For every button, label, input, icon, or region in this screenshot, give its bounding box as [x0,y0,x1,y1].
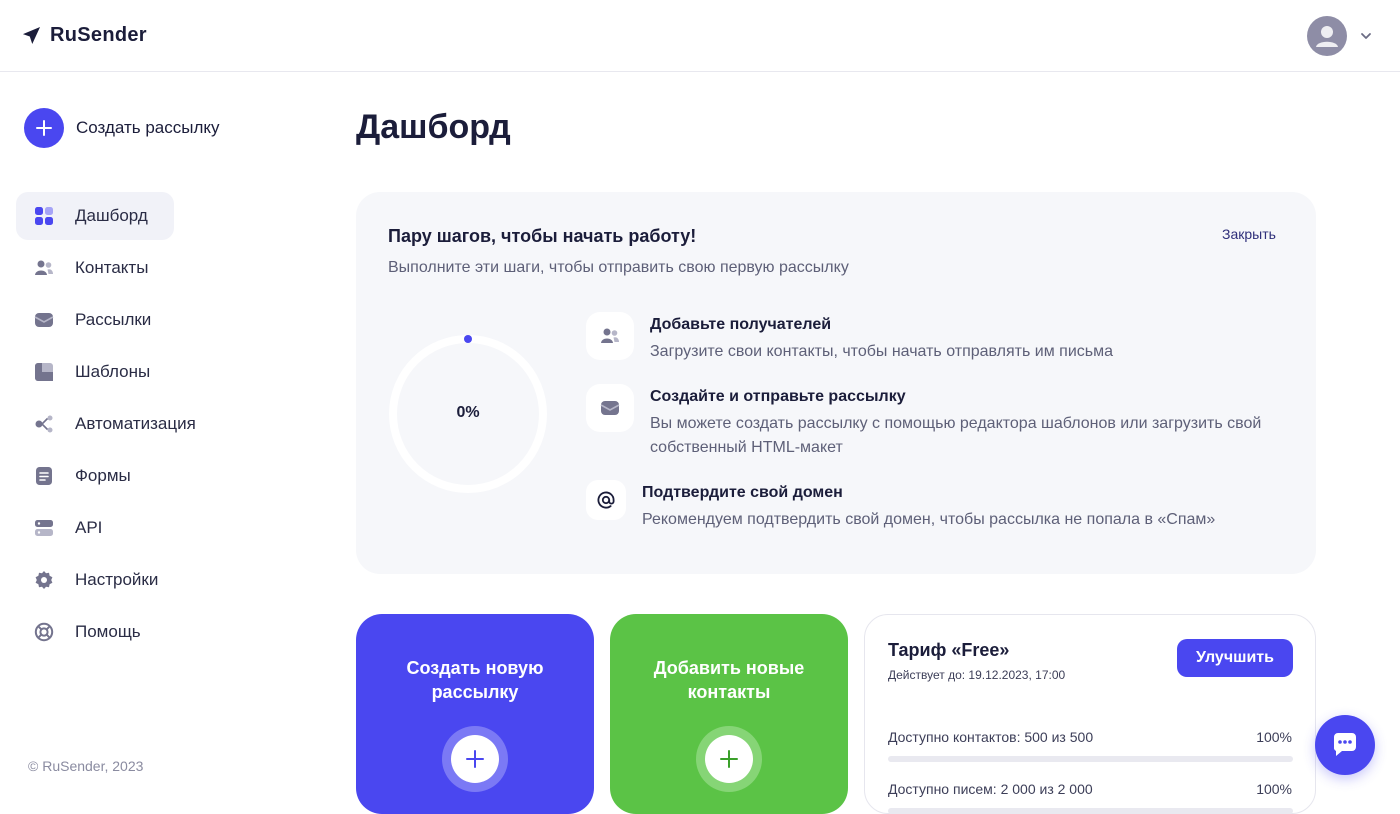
step-verify-domain[interactable]: Подтвердите свой домен Рекомендуем подтв… [586,480,1286,540]
step-description: Вы можете создать рассылку с помощью ред… [650,415,1262,456]
create-campaign-card[interactable]: Создать новую рассылку [356,614,594,814]
sidebar-item-campaigns[interactable]: Рассылки [16,296,174,344]
step-title: Создайте и отправьте рассылку [650,388,906,405]
sidebar-item-help[interactable]: Помощь [16,608,174,656]
emails-limit-fill [888,808,1293,814]
tariff-valid-until: Действует до: 19.12.2023, 17:00 [888,668,1066,682]
contacts-icon [34,258,54,278]
add-contacts-card[interactable]: Добавить новые контакты [610,614,848,814]
onboarding-subtitle: Выполните эти шаги, чтобы отправить свою… [388,259,849,276]
top-header: RuSender [0,0,1400,72]
user-avatar[interactable] [1307,16,1347,56]
automation-icon [34,414,54,434]
dashboard-icon [34,206,54,226]
step-description: Рекомендуем подтвердить свой домен, чтоб… [642,511,1216,528]
sidebar-item-api[interactable]: API [16,504,174,552]
sidebar-item-label: Дашборд [75,206,148,225]
user-icon [1316,26,1338,47]
tariff-title: Тариф «Free» [888,640,1010,660]
chat-bubble-icon [1333,733,1356,756]
upgrade-button[interactable]: Улучшить [1177,639,1293,677]
sidebar-item-label: Шаблоны [75,362,151,381]
sidebar-item-label: Контакты [75,258,149,277]
contacts-limit-fill [888,756,1293,762]
api-icon [34,518,54,538]
sidebar-item-contacts[interactable]: Контакты [16,244,174,292]
sidebar-item-label: Формы [75,466,131,485]
step-create-campaign[interactable]: Создайте и отправьте рассылку Вы можете … [586,384,1286,464]
contacts-icon [586,312,634,360]
sidebar-item-label: Настройки [75,570,159,589]
sidebar-item-label: Рассылки [75,310,152,329]
contacts-limit-label: Доступно контактов: 500 из 500 [888,729,1094,745]
templates-icon [34,362,54,382]
emails-limit-percent: 100% [1256,781,1292,797]
emails-limit-bar [888,808,1293,814]
sidebar-item-label: Помощь [75,622,141,641]
progress-percent: 0% [456,404,480,421]
sidebar-item-dashboard[interactable]: Дашборд [16,192,174,240]
step-title: Добавьте получателей [650,316,832,333]
chevron-down-icon[interactable] [1359,29,1373,43]
contacts-limit-bar [888,756,1293,762]
brand-logo[interactable]: RuSender [22,24,147,47]
mailbox-icon [34,310,54,330]
create-campaign-button[interactable]: Создать рассылку [24,108,220,148]
sidebar-nav: Дашборд Контакты Рассылки Шаблоны Автома… [16,192,306,660]
sidebar-item-templates[interactable]: Шаблоны [16,348,174,396]
brand-name: RuSender [50,24,147,46]
help-lifebuoy-icon [34,622,54,642]
plus-icon [451,735,499,783]
sidebar-item-automation[interactable]: Автоматизация [16,400,196,448]
sidebar-item-settings[interactable]: Настройки [16,556,174,604]
step-title: Подтвердите свой домен [642,484,843,501]
onboarding-card: Пару шагов, чтобы начать работу! Выполни… [356,192,1316,574]
copyright-text: © RuSender, 2023 [28,758,144,774]
contacts-limit-percent: 100% [1256,729,1292,745]
plus-icon [24,108,64,148]
settings-gear-icon [34,570,54,590]
card-plus-button[interactable] [696,726,762,792]
sidebar-item-label: API [75,518,103,537]
sidebar-item-forms[interactable]: Формы [16,452,174,500]
card-title: Создать новую рассылку [406,658,544,702]
step-description: Загрузите свои контакты, чтобы начать от… [650,343,1114,360]
plus-icon [705,735,753,783]
mailbox-icon [586,384,634,432]
page-title: Дашборд [356,108,511,146]
emails-limit-label: Доступно писем: 2 000 из 2 000 [888,781,1093,797]
tariff-card: Тариф «Free» Действует до: 19.12.2023, 1… [864,614,1316,814]
paper-plane-icon [22,26,41,45]
step-add-recipients[interactable]: Добавьте получателей Загрузите свои конт… [586,312,1286,372]
sidebar-item-label: Автоматизация [75,414,196,433]
card-plus-button[interactable] [442,726,508,792]
chat-support-button[interactable] [1315,715,1375,775]
card-title: Добавить новые контакты [653,658,805,702]
onboarding-title: Пару шагов, чтобы начать работу! [388,226,697,246]
close-onboarding-link[interactable]: Закрыть [1222,226,1276,242]
forms-icon [34,466,54,486]
at-sign-icon [586,480,626,520]
create-campaign-label: Создать рассылку [76,118,220,137]
